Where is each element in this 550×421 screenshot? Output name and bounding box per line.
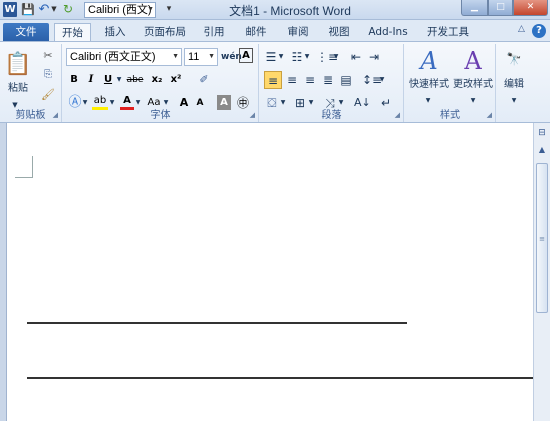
superscript-button[interactable]: x² [168,71,184,89]
distributed-button[interactable]: ▤ [338,71,354,89]
customize-qat-icon[interactable]: ▾ [162,2,176,17]
increase-indent-icon[interactable]: ⇥ [366,48,382,66]
maximize-button[interactable]: □ [488,0,513,16]
clipboard-group: 📋 粘贴 ▼ ✂ ⎘ 🖌 剪贴板 ◢ [0,44,62,122]
align-center-button[interactable]: ≡ [284,71,300,89]
help-icon[interactable]: ? [532,24,546,38]
multilevel-list-icon[interactable]: ⋮≡ [316,48,338,66]
chevron-down-icon: ▼ [172,53,179,60]
bullets-dropdown-icon[interactable]: ▼ [277,48,285,66]
minimize-ribbon-icon[interactable]: △ [518,24,525,34]
minimize-button[interactable]: ▁ [461,0,488,16]
close-button[interactable]: ✕ [513,0,548,16]
horizontal-line-1[interactable] [27,322,407,324]
window-title: 文档1 - Microsoft Word [229,4,351,18]
ribbon-home: 📋 粘贴 ▼ ✂ ⎘ 🖌 剪贴板 ◢ Calibri (西文正文) ▼ 11 ▼… [0,41,550,123]
line-spacing-dropdown-icon[interactable]: ▼ [378,71,386,89]
undo-icon[interactable]: ↶ [37,2,51,17]
italic-button[interactable]: I [84,71,98,89]
numbering-icon[interactable]: ☷ [290,48,304,66]
tab-references[interactable]: 引用 [198,23,230,42]
view-ruler-icon[interactable]: ⊟ [536,127,548,139]
font-launcher-icon[interactable]: ◢ [250,111,255,119]
underline-button[interactable]: U [101,71,115,89]
line-spacing-icon[interactable]: ↕≡ [362,71,382,89]
editing-dropdown-icon[interactable]: ▼ [509,92,519,110]
underline-dropdown-icon[interactable]: ▼ [115,71,123,89]
text-boundary-mark [15,156,33,178]
paste-icon[interactable]: 📋 [4,48,32,82]
bold-button[interactable]: B [67,71,81,89]
tab-insert[interactable]: 插入 [99,23,131,42]
numbering-dropdown-icon[interactable]: ▼ [303,48,311,66]
undo-dropdown-icon[interactable]: ▼ [50,2,58,17]
quick-styles-icon[interactable]: A [409,46,449,76]
document-page[interactable] [6,123,534,421]
change-styles-icon[interactable]: A [453,46,493,76]
ribbon-tab-bar: 文件 开始 插入 页面布局 引用 邮件 审阅 视图 Add-Ins 开发工具 △… [0,20,550,42]
horizontal-line-2[interactable] [27,377,534,379]
chevron-down-icon: ▼ [208,53,215,60]
styles-launcher-icon[interactable]: ◢ [487,111,492,119]
tab-developer[interactable]: 开发工具 [422,23,474,42]
character-border-icon[interactable]: A [239,48,253,63]
strikethrough-button[interactable]: abe [125,71,145,89]
font-size-value: 11 [188,51,200,63]
styles-group-label: 样式 [440,110,460,121]
qat-font-select[interactable]: Calibri (西文) ▼ [84,2,156,18]
find-icon[interactable]: 🔭 [505,50,523,68]
chevron-down-icon: ▼ [147,6,154,13]
save-icon[interactable]: 💾 [21,2,35,17]
styles-group: A 快速样式 ▼ A 更改样式 ▼ 样式 ◢ [405,44,496,122]
subscript-button[interactable]: x₂ [149,71,165,89]
font-group: Calibri (西文正文) ▼ 11 ▼ wén A B I U ▼ abe … [63,44,259,122]
tab-review[interactable]: 审阅 [282,23,314,42]
qat-font-value: Calibri (西文) [88,4,152,16]
font-size-select[interactable]: 11 ▼ [184,48,218,66]
phonetic-guide-icon[interactable]: wén [221,48,242,66]
scroll-up-icon[interactable]: ▲ [536,145,548,157]
align-right-button[interactable]: ≡ [302,71,318,89]
justify-button[interactable]: ≣ [320,71,336,89]
tab-file[interactable]: 文件 [3,23,49,42]
paragraph-group: ☰ ▼ ☷ ▼ ⋮≡ ▼ ⇤ ⇥ ≡ ≡ ≡ ≣ ▤ ↕≡ ▼ ⛋ ▼ ⊞ ▼ … [260,44,404,122]
paragraph-group-label: 段落 [321,110,342,121]
tab-view[interactable]: 视图 [323,23,355,42]
copy-icon[interactable]: ⎘ [40,66,56,84]
editing-group: 🔭 编辑 ▼ [497,44,531,122]
tab-page-layout[interactable]: 页面布局 [139,23,191,42]
title-bar: W 💾 ↶ ▼ ↻ Calibri (西文) ▼ ▾ 文档1 - Microso… [0,0,550,20]
format-painter-icon[interactable]: 🖌 [40,86,56,104]
tab-mailings[interactable]: 邮件 [240,23,272,42]
vertical-scrollbar[interactable]: ⊟ ▲ ≡ [533,123,550,421]
font-name-value: Calibri (西文正文) [70,51,156,63]
align-left-button[interactable]: ≡ [264,71,282,89]
clipboard-launcher-icon[interactable]: ◢ [53,111,58,119]
tab-home[interactable]: 开始 [54,23,91,42]
scroll-thumb[interactable]: ≡ [536,163,548,313]
redo-icon[interactable]: ↻ [61,2,75,17]
font-name-select[interactable]: Calibri (西文正文) ▼ [66,48,182,66]
paragraph-launcher-icon[interactable]: ◢ [395,111,400,119]
font-group-label: 字体 [150,110,171,121]
multilevel-dropdown-icon[interactable]: ▼ [332,48,340,66]
decrease-indent-icon[interactable]: ⇤ [348,48,364,66]
word-app-icon[interactable]: W [3,2,17,17]
clear-formatting-icon[interactable]: ✐ [195,71,213,89]
tab-add-ins[interactable]: Add-Ins [364,23,412,42]
cut-icon[interactable]: ✂ [40,47,56,65]
bullets-icon[interactable]: ☰ [264,48,278,66]
